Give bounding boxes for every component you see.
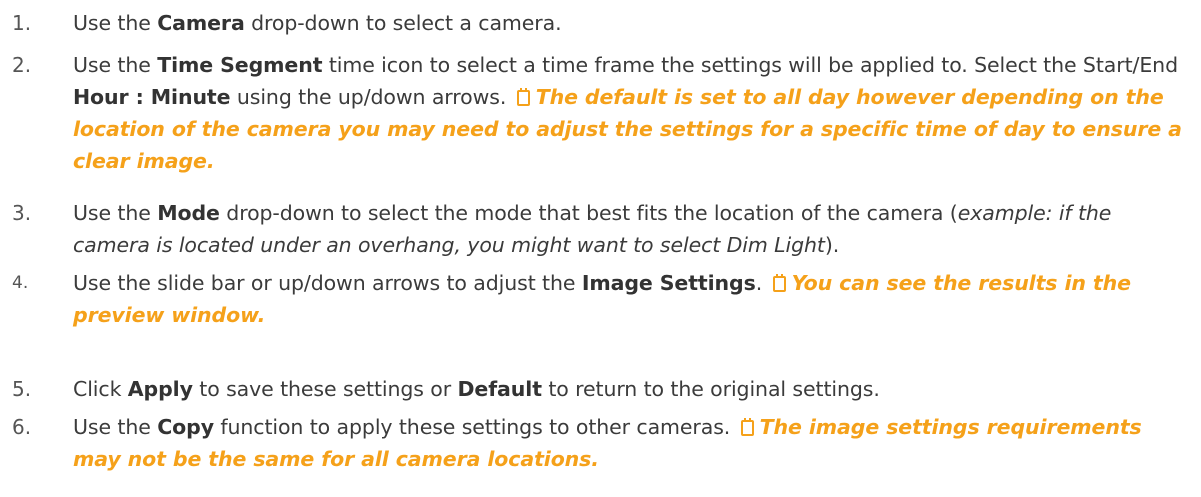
apply-term: Apply	[127, 377, 193, 401]
step-number: 6.	[12, 415, 32, 439]
step-text: Use the Mode drop-down to select the mod…	[73, 201, 1112, 257]
note-icon	[772, 274, 786, 292]
image-settings-term: Image Settings	[581, 271, 756, 295]
step-number: 2.	[12, 53, 32, 77]
camera-term: Camera	[157, 11, 245, 35]
step-text: Click Apply to save these settings or De…	[73, 377, 880, 401]
instruction-list: 1. Use the Camera drop-down to select a …	[0, 0, 1201, 497]
step-text: Use the slide bar or up/down arrows to a…	[73, 271, 1131, 327]
step-text: Use the Camera drop-down to select a cam…	[73, 11, 562, 35]
time-segment-term: Time Segment	[157, 53, 323, 77]
step-number: 4.	[12, 273, 29, 293]
step-number: 5.	[12, 377, 32, 401]
hour-minute-term: Hour : Minute	[73, 85, 231, 109]
default-term: Default	[457, 377, 543, 401]
note-icon	[516, 88, 530, 106]
mode-term: Mode	[157, 201, 220, 225]
step-number: 1.	[12, 11, 32, 35]
step-text: Use the Time Segment time icon to select…	[73, 53, 1182, 173]
note-icon	[740, 418, 754, 436]
step-number: 3.	[12, 201, 32, 225]
step-text: Use the Copy function to apply these set…	[73, 415, 1142, 471]
copy-term: Copy	[157, 415, 214, 439]
